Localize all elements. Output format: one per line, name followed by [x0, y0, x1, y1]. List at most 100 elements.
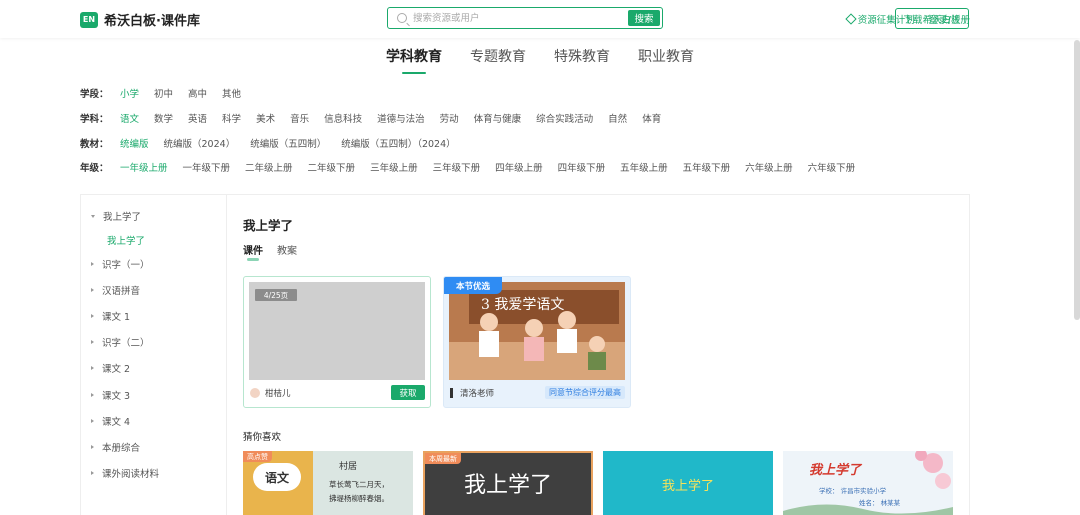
score-note: 同意节综合评分最高: [545, 386, 625, 399]
tab-special-education[interactable]: 特殊教育: [554, 46, 610, 74]
filter-option[interactable]: 六年级下册: [808, 160, 856, 174]
rec-thumb-text: 语文: [253, 463, 301, 491]
logo[interactable]: EN 希沃白板·课件库: [80, 10, 200, 29]
filter-option[interactable]: 道德与法治: [377, 111, 425, 125]
recommend-card[interactable]: 我上学了 本周最新: [423, 451, 593, 515]
sidebar-item-label: 本册综合: [102, 443, 141, 454]
caret-right-icon: [91, 340, 94, 344]
search-input[interactable]: [413, 11, 613, 26]
filter-option[interactable]: 统编版（五四制）: [250, 136, 326, 150]
filter-textbook: 教材： 统编版 统编版（2024） 统编版（五四制） 统编版（五四制）（2024…: [80, 136, 471, 150]
filter-textbook-label: 教材：: [80, 139, 109, 150]
diamond-icon: [845, 13, 857, 25]
filter-option[interactable]: 四年级下册: [558, 160, 606, 174]
sidebar-item[interactable]: 课文 3: [91, 388, 130, 402]
page-count-badge: 4/25页: [255, 289, 297, 301]
filter-option[interactable]: 音乐: [290, 111, 309, 125]
sidebar-item-label: 课外阅读材料: [102, 469, 160, 480]
filter-option[interactable]: 体育与健康: [474, 111, 522, 125]
thumb-title: 3 我爱学语文: [481, 297, 565, 313]
content-title: 我上学了: [243, 218, 294, 233]
filter-option[interactable]: 劳动: [440, 111, 459, 125]
filter-option[interactable]: 科学: [222, 111, 241, 125]
recommend-card[interactable]: 语文 村居 草长莺飞二月天， 拂堤杨柳醉春烟。 高点赞: [243, 451, 413, 515]
sidebar-item[interactable]: 汉语拼音: [91, 283, 140, 297]
filter-option[interactable]: 四年级上册: [495, 160, 543, 174]
filter-option[interactable]: 三年级下册: [433, 160, 481, 174]
guess-you-like-title: 猜你喜欢: [243, 432, 282, 443]
filter-option[interactable]: 统编版（2024）: [164, 136, 236, 150]
rec-thumb-subtext: 学校： 许昌市实验小学: [819, 487, 887, 495]
filter-option[interactable]: 三年级上册: [370, 160, 418, 174]
filter-subject-label: 学科：: [80, 114, 109, 125]
tab-vocational-education[interactable]: 职业教育: [638, 46, 694, 74]
card-thumbnail: 4/25页: [249, 282, 425, 380]
sidebar-item-open[interactable]: 我上学了: [91, 209, 141, 223]
recommend-card[interactable]: 我上学了: [603, 451, 773, 515]
courseware-card[interactable]: 4/25页 柑桔儿 获取: [243, 276, 431, 408]
sidebar-item[interactable]: 课文 2: [91, 361, 130, 375]
filter-stage: 学段： 小学 初中 高中 其他: [80, 86, 256, 100]
courseware-card[interactable]: 本节优选 3 我爱学语文 清洛老师 同意节综合评分最高: [443, 276, 631, 408]
filter-option[interactable]: 初中: [154, 86, 173, 100]
tab-courseware[interactable]: 课件: [243, 242, 263, 261]
card-thumbnail: 3 我爱学语文: [449, 282, 625, 380]
sidebar-item[interactable]: 识字（二）: [91, 335, 150, 349]
filter-option[interactable]: 五年级下册: [683, 160, 731, 174]
search-button[interactable]: 搜索: [628, 10, 660, 26]
caret-right-icon: [91, 366, 94, 370]
card-author: 清洛老师: [460, 389, 495, 399]
filter-option[interactable]: 小学: [120, 86, 139, 100]
filter-option[interactable]: 五年级上册: [620, 160, 668, 174]
recommend-card[interactable]: 我上学了 学校： 许昌市实验小学 姓名： 林某某: [783, 451, 953, 515]
sidebar-subitem-active[interactable]: 我上学了: [107, 233, 145, 247]
sidebar-item-label: 汉语拼音: [102, 286, 141, 297]
filter-stage-label: 学段：: [80, 89, 109, 100]
sidebar-item-label: 课文 2: [102, 364, 131, 375]
sidebar-item[interactable]: 识字（一）: [91, 257, 150, 271]
sidebar-item[interactable]: 课文 4: [91, 414, 130, 428]
filter-option[interactable]: 体育: [642, 111, 661, 125]
filter-option[interactable]: 统编版: [120, 136, 149, 150]
filter-option[interactable]: 一年级下册: [183, 160, 231, 174]
pencil-icon: [450, 388, 453, 398]
rec-thumb-line: 拂堤杨柳醉春烟。: [329, 494, 389, 503]
filter-option[interactable]: 美术: [256, 111, 275, 125]
filter-option[interactable]: 英语: [188, 111, 207, 125]
rec-tag: 本周最新: [425, 453, 461, 464]
get-button[interactable]: 获取: [391, 385, 425, 400]
rec-thumb-subtext: 姓名： 林某某: [859, 499, 901, 507]
page-scrollbar[interactable]: [1074, 40, 1080, 320]
filter-option[interactable]: 一年级上册: [120, 160, 168, 174]
search-box: 搜索: [387, 7, 663, 29]
filter-option[interactable]: 二年级下册: [308, 160, 356, 174]
sidebar-item-label: 识字（二）: [102, 338, 150, 349]
sub-tabs: 课件 教案: [243, 242, 297, 261]
filter-option[interactable]: 语文: [120, 111, 139, 125]
filter-option[interactable]: 二年级上册: [245, 160, 293, 174]
sidebar-item[interactable]: 本册综合: [91, 440, 140, 454]
logo-badge: EN: [80, 11, 98, 28]
caret-down-icon: [91, 214, 95, 218]
filter-option[interactable]: 自然: [608, 111, 627, 125]
card-footer: 柑桔儿 获取: [244, 379, 430, 407]
filter-option[interactable]: 其他: [222, 86, 241, 100]
sidebar-item[interactable]: 课外阅读材料: [91, 466, 159, 480]
filter-option[interactable]: 高中: [188, 86, 207, 100]
avatar: [250, 388, 260, 398]
logo-text: 希沃白板·课件库: [104, 14, 200, 29]
rec-thumb-text: 我上学了: [809, 463, 862, 478]
rec-thumb-text: 我上学了: [463, 473, 552, 498]
filter-option[interactable]: 信息科技: [324, 111, 362, 125]
download-button[interactable]: 下载希沃白板: [895, 8, 969, 29]
card-footer: 清洛老师 同意节综合评分最高: [444, 379, 630, 407]
filter-option[interactable]: 统编版（五四制）（2024）: [341, 136, 455, 150]
caret-right-icon: [91, 419, 94, 423]
tab-subject-education[interactable]: 学科教育: [386, 46, 442, 74]
filter-option[interactable]: 六年级上册: [745, 160, 793, 174]
tab-lesson-plan[interactable]: 教案: [277, 242, 297, 257]
sidebar-item[interactable]: 课文 1: [91, 309, 130, 323]
filter-option[interactable]: 综合实践活动: [536, 111, 593, 125]
tab-topic-education[interactable]: 专题教育: [470, 46, 526, 74]
filter-option[interactable]: 数学: [154, 111, 173, 125]
